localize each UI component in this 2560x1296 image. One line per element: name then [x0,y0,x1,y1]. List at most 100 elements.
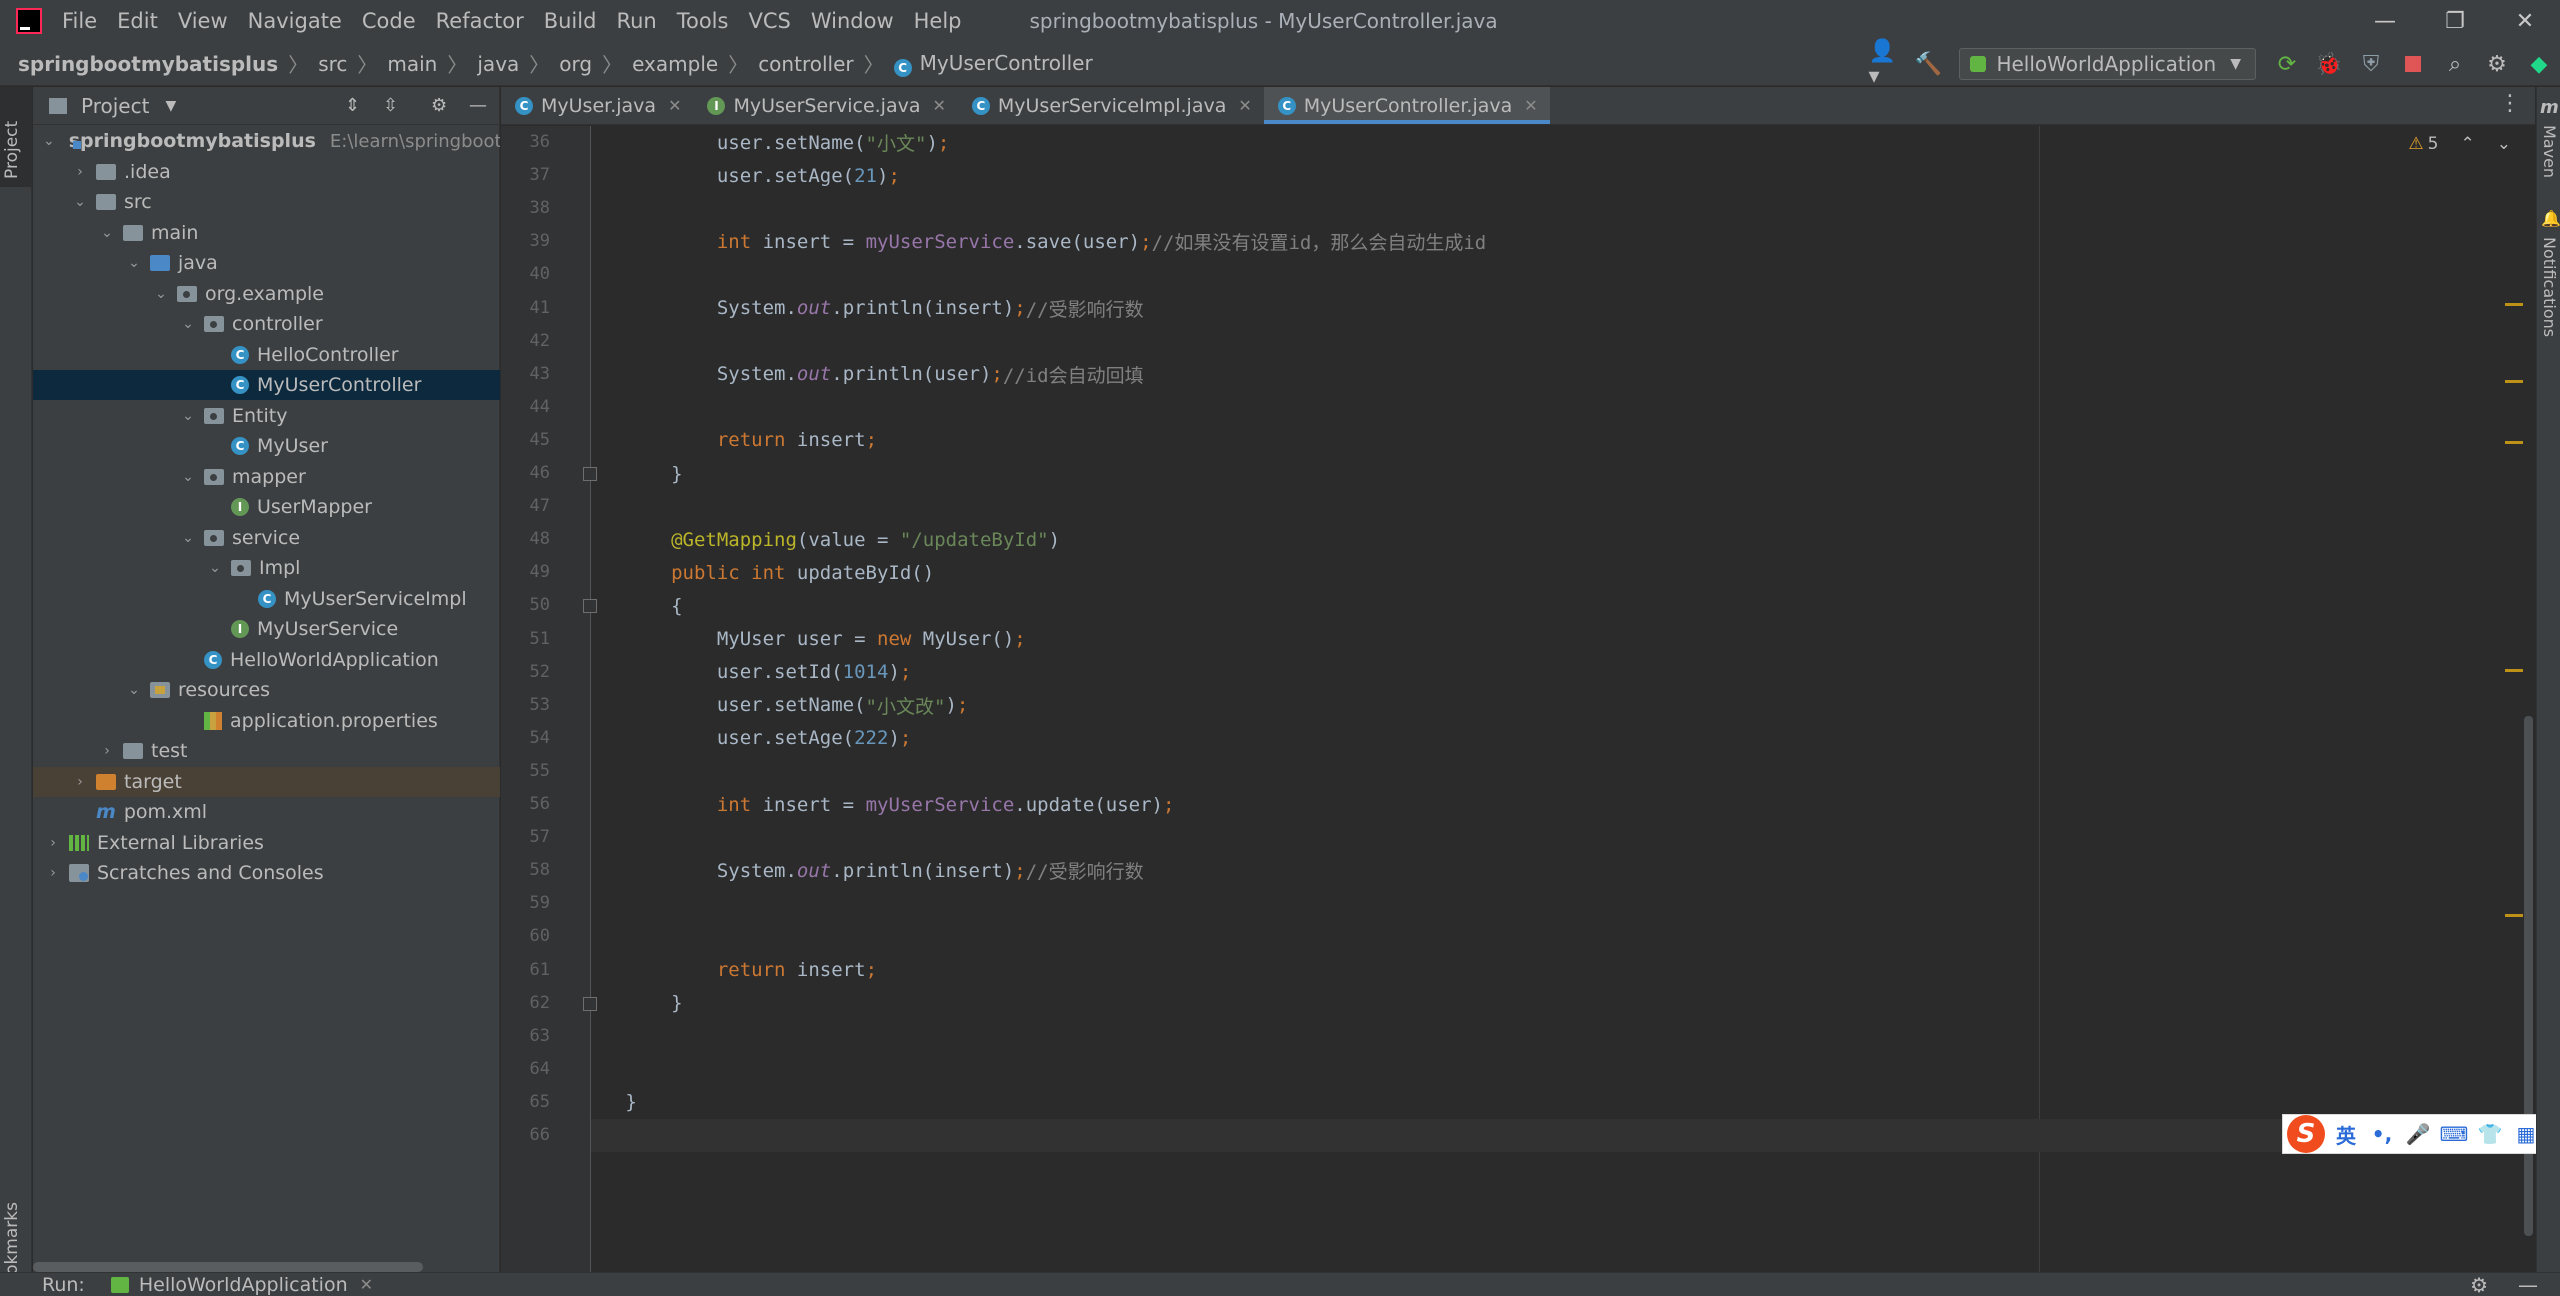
code-line[interactable]: int insert = myUserService .update(user); [591,788,2535,821]
tree-item[interactable]: › .idea [33,157,500,187]
menu-item-file[interactable]: File [62,9,97,33]
menu-item-tools[interactable]: Tools [677,9,729,33]
restore-button[interactable]: ❐ [2420,0,2490,42]
breadcrumb-item[interactable]: controller [758,52,853,76]
chevron-down-icon[interactable]: ⌄ [124,682,144,698]
code-line[interactable]: return insert; [591,424,2535,457]
code-line[interactable] [591,821,2535,854]
coverage-icon[interactable]: ⛨ [2353,46,2389,82]
chevron-down-icon[interactable]: ▼ [165,98,176,114]
code-line[interactable]: int insert = myUserService .save(user);//… [591,225,2535,258]
tree-item[interactable]: C MyUser [33,431,500,461]
fold-marker-icon[interactable] [583,599,597,614]
tree-item[interactable]: m pom.xml [33,797,500,827]
tree-item[interactable]: application.properties [33,706,500,736]
tree-item[interactable]: ⌄ service [33,523,500,553]
breadcrumb-item[interactable]: src [318,52,347,76]
ime-keyboard-icon[interactable]: ⌨ [2439,1122,2469,1146]
notifications-icon[interactable]: 🔔 [2541,209,2560,228]
breadcrumb-item[interactable]: C MyUserController [893,51,1093,77]
settings-icon[interactable]: ⚙ [2470,1273,2488,1296]
code-line[interactable] [591,325,2535,358]
maven-icon[interactable]: m [2540,97,2559,118]
build-hammer-icon[interactable]: 🔨 [1910,46,1946,82]
code-line[interactable]: @GetMapping (value = "/updateById") [591,523,2535,556]
menu-item-run[interactable]: Run [616,9,656,33]
breadcrumb-item[interactable]: springbootmybatisplus [18,52,278,76]
code-line[interactable]: System. out .println(insert);//受影响行数 [591,292,2535,325]
close-tab-icon[interactable]: ✕ [1238,96,1251,115]
tree-item[interactable]: ⌄ mapper [33,462,500,492]
code-line[interactable] [591,192,2535,225]
chevron-down-icon[interactable]: ⌄ [205,560,225,576]
tree-item[interactable]: ⌄ java [33,248,500,278]
project-tool-label[interactable]: Project [2,99,22,179]
close-button[interactable]: ✕ [2490,0,2560,42]
previous-highlight-icon[interactable]: ⌃ [2461,134,2475,154]
code-line[interactable]: System. out .println(insert);//受影响行数 [591,854,2535,887]
tree-item[interactable]: ⌄ org.example [33,279,500,309]
stop-icon[interactable] [2395,46,2431,82]
code-line[interactable]: user.setAge(21); [591,159,2535,192]
chevron-down-icon[interactable]: ⌄ [124,255,144,271]
close-tab-icon[interactable]: ✕ [1524,96,1537,115]
code-line[interactable] [591,1020,2535,1053]
tree-item[interactable]: ⌄ Impl [33,553,500,583]
tree-item[interactable]: C HelloController [33,340,500,370]
warning-marker[interactable] [2505,303,2523,306]
menu-item-code[interactable]: Code [362,9,416,33]
search-icon[interactable]: ⌕ [2437,46,2473,82]
code-line[interactable] [591,920,2535,953]
warning-marker[interactable] [2505,441,2523,444]
code-line[interactable]: } [591,1086,2535,1119]
breadcrumb-item[interactable]: java [477,52,519,76]
chevron-right-icon[interactable]: › [43,865,63,881]
fold-marker-icon[interactable] [583,996,597,1011]
chevron-down-icon[interactable]: ⌄ [43,133,55,149]
next-highlight-icon[interactable]: ⌄ [2497,134,2511,154]
code-line[interactable]: } [591,457,2535,490]
editor-tab[interactable]: I MyUserService.java ✕ [693,87,957,124]
code-line[interactable]: { [591,589,2535,622]
tree-horizontal-scrollbar[interactable] [33,1262,423,1272]
ime-punctuation-icon[interactable]: •, [2367,1122,2397,1146]
chevron-down-icon[interactable]: ⌄ [178,316,198,332]
chevron-down-icon[interactable]: ⌄ [151,286,171,302]
maven-tool-label[interactable]: Maven [2540,125,2559,178]
menu-item-refactor[interactable]: Refactor [436,9,524,33]
code-line[interactable]: MyUser user = new MyUser(); [591,623,2535,656]
code-line[interactable]: public int updateById() [591,556,2535,589]
menu-item-build[interactable]: Build [544,9,597,33]
tree-item[interactable]: ⌄ springbootmybatisplus E:\learn\springboo… [33,126,500,156]
code-line[interactable]: } [591,987,2535,1020]
chevron-down-icon[interactable]: ⌄ [178,408,198,424]
sogou-logo-icon[interactable]: S [2287,1115,2325,1153]
code-line[interactable] [591,1053,2535,1086]
code-line[interactable]: System. out .println(user);//id会自动回填 [591,358,2535,391]
more-tabs-icon[interactable]: ⋮ [2499,91,2521,116]
code-line[interactable] [591,258,2535,291]
editor-tab[interactable]: C MyUserServiceImpl.java ✕ [958,87,1264,124]
code-line[interactable]: user.setId(1014); [591,656,2535,689]
expand-all-icon[interactable]: ⇕ [345,95,360,116]
project-panel-title[interactable]: Project [81,94,149,118]
chevron-down-icon[interactable]: ⌄ [70,194,90,210]
code-line[interactable]: return insert; [591,954,2535,987]
rerun-icon[interactable]: ⟳ [2269,46,2305,82]
ime-skin-icon[interactable]: 👕 [2475,1122,2505,1146]
code-line[interactable] [591,887,2535,920]
close-tab-icon[interactable]: ✕ [932,96,945,115]
code-line[interactable] [591,490,2535,523]
ime-voice-icon[interactable]: 🎤 [2403,1122,2433,1146]
inspection-widget[interactable]: ⚠ 5 ⌃ ⌄ [2408,134,2511,154]
close-icon[interactable]: ✕ [360,1275,373,1294]
gear-icon[interactable]: ⚙ [431,95,447,116]
notifications-tool-label[interactable]: Notifications [2540,237,2559,337]
close-tab-icon[interactable]: ✕ [668,96,681,115]
run-tab[interactable]: HelloWorldApplication ✕ [110,1274,373,1296]
breadcrumb-item[interactable]: main [387,52,437,76]
editor-vertical-scrollbar[interactable] [2524,716,2533,1236]
menu-item-edit[interactable]: Edit [117,9,158,33]
menu-item-window[interactable]: Window [811,9,894,33]
tree-item[interactable]: › target [33,766,500,797]
